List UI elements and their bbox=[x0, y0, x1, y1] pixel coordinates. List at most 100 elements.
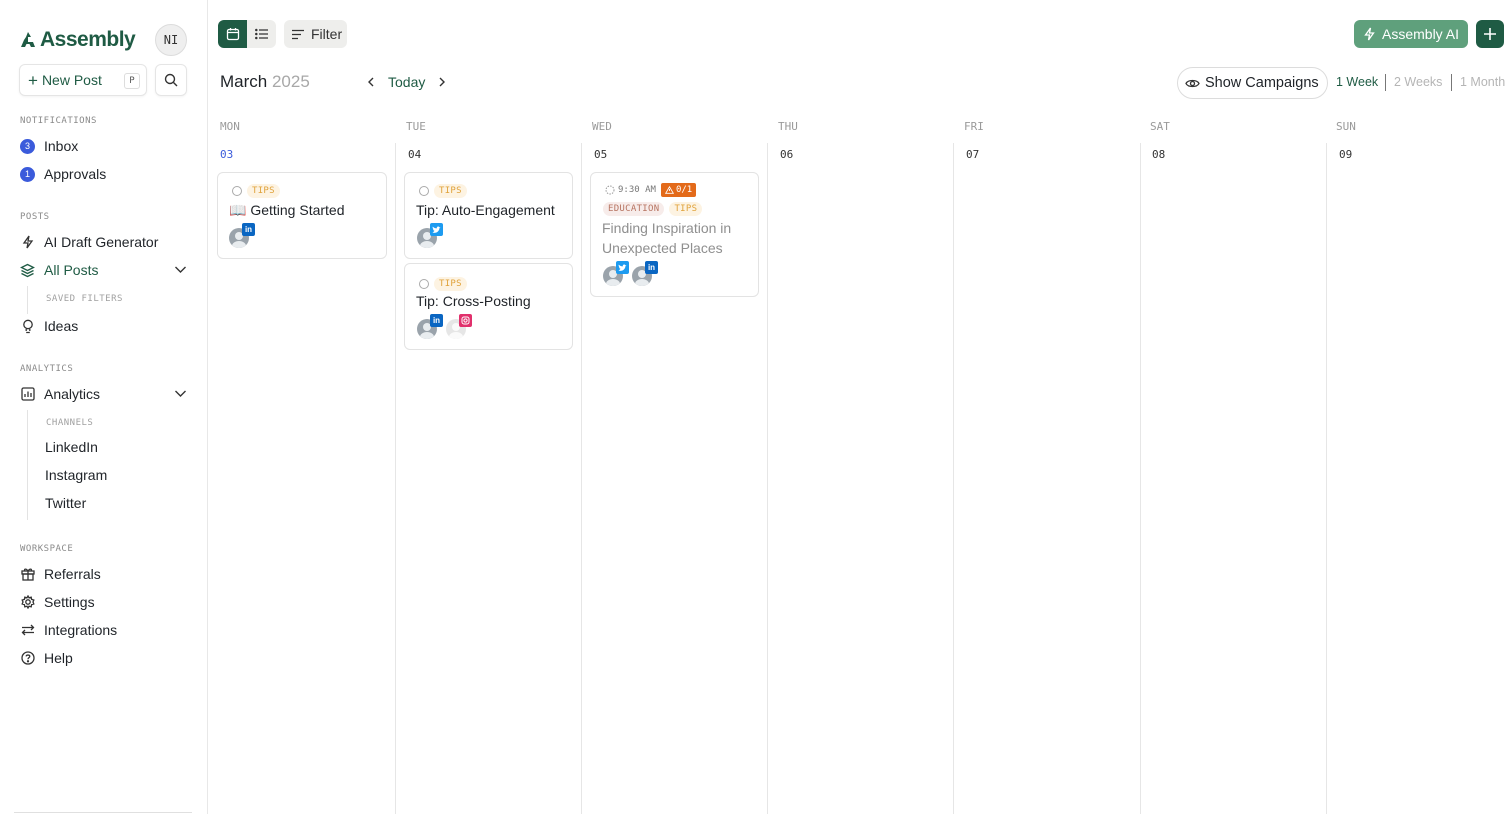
chevron-down-icon[interactable] bbox=[174, 388, 187, 398]
post-title: Tip: Cross-Posting bbox=[416, 293, 531, 309]
month-year: 2025 bbox=[271, 72, 310, 91]
column-divider bbox=[1326, 143, 1327, 814]
status-circle-icon[interactable] bbox=[419, 279, 429, 289]
dashed-clock-icon bbox=[605, 185, 615, 195]
plus-icon bbox=[1484, 28, 1496, 40]
lightbulb-icon bbox=[20, 319, 35, 334]
sidebar-item-referrals[interactable]: Referrals bbox=[20, 564, 101, 584]
add-button[interactable] bbox=[1476, 20, 1504, 48]
notifications-section-label: NOTIFICATIONS bbox=[20, 116, 97, 126]
post-title: Finding Inspiration in Unexpected Places bbox=[602, 220, 732, 256]
post-card-getting-started[interactable]: TIPS 📖 Getting Started in bbox=[217, 172, 387, 259]
day-of-week-sat: SAT bbox=[1150, 120, 1170, 133]
inbox-label: Inbox bbox=[44, 138, 79, 154]
sidebar-item-integrations[interactable]: Integrations bbox=[20, 620, 117, 640]
sidebar-item-all-posts[interactable]: All Posts bbox=[20, 260, 98, 280]
post-card-finding-inspiration[interactable]: 9:30 AM 0/1 EDUCATION TIPS Finding Inspi… bbox=[590, 172, 759, 297]
channel-twitter[interactable]: Twitter bbox=[45, 495, 86, 511]
range-separator bbox=[1385, 74, 1386, 91]
day-of-week-fri: FRI bbox=[964, 120, 984, 133]
range-1-month[interactable]: 1 Month bbox=[1460, 75, 1505, 89]
approvals-label: Approvals bbox=[44, 166, 107, 182]
assembly-ai-button[interactable]: Assembly AI bbox=[1354, 20, 1468, 48]
user-avatar[interactable]: NI bbox=[155, 24, 187, 56]
chevron-right-icon[interactable] bbox=[437, 76, 447, 88]
gift-icon bbox=[20, 567, 35, 582]
saved-filters-label: SAVED FILTERS bbox=[46, 294, 123, 304]
post-card-auto-engagement[interactable]: TIPS Tip: Auto-Engagement bbox=[404, 172, 573, 259]
today-button[interactable]: Today bbox=[388, 74, 425, 90]
chevron-left-icon[interactable] bbox=[366, 76, 376, 88]
referrals-label: Referrals bbox=[44, 566, 101, 582]
post-title: Tip: Auto-Engagement bbox=[416, 202, 555, 218]
brand-name: Assembly bbox=[40, 28, 136, 51]
day-of-week-wed: WED bbox=[592, 120, 612, 133]
sidebar-item-settings[interactable]: Settings bbox=[20, 592, 95, 612]
search-button[interactable] bbox=[155, 64, 187, 96]
sidebar-item-inbox[interactable]: 3 Inbox bbox=[20, 136, 78, 156]
approvals-count-badge: 1 bbox=[20, 166, 35, 182]
warning-badge[interactable]: 0/1 bbox=[660, 183, 697, 197]
column-divider bbox=[395, 143, 396, 814]
show-campaigns-label: Show Campaigns bbox=[1205, 75, 1319, 91]
post-card-cross-posting[interactable]: TIPS Tip: Cross-Posting in bbox=[404, 263, 573, 350]
analytics-section-label: ANALYTICS bbox=[20, 364, 74, 374]
search-icon bbox=[164, 73, 178, 87]
chart-icon bbox=[20, 387, 35, 402]
list-view-button[interactable] bbox=[247, 20, 276, 48]
chevron-down-icon[interactable] bbox=[174, 264, 187, 274]
day-number: 07 bbox=[966, 148, 980, 161]
layers-icon bbox=[20, 263, 35, 278]
new-post-button[interactable]: + New Post P bbox=[19, 64, 147, 96]
arrows-exchange-icon bbox=[20, 623, 35, 638]
instagram-icon bbox=[459, 314, 472, 327]
day-number: 05 bbox=[594, 148, 608, 161]
shortcut-key: P bbox=[124, 73, 140, 89]
column-divider bbox=[767, 143, 768, 814]
show-campaigns-button[interactable]: Show Campaigns bbox=[1177, 67, 1328, 99]
month-name: March bbox=[220, 72, 268, 91]
plus-icon: + bbox=[28, 70, 38, 90]
calendar-view-button[interactable] bbox=[218, 20, 247, 48]
day-number: 08 bbox=[1152, 148, 1166, 161]
sidebar-item-analytics[interactable]: Analytics bbox=[20, 384, 100, 404]
settings-label: Settings bbox=[44, 594, 95, 610]
filter-label: Filter bbox=[311, 26, 343, 42]
linkedin-icon: in bbox=[645, 261, 658, 274]
status-circle-icon[interactable] bbox=[419, 186, 429, 196]
workspace-section-label: WORKSPACE bbox=[20, 544, 74, 554]
sidebar-item-help[interactable]: Help bbox=[20, 648, 73, 668]
month-title: March 2025 bbox=[220, 72, 310, 92]
view-toggle bbox=[218, 20, 276, 48]
tree-line bbox=[27, 410, 28, 520]
sidebar-item-ai-draft[interactable]: AI Draft Generator bbox=[20, 232, 158, 252]
eye-icon bbox=[1185, 79, 1200, 87]
book-icon: 📖 bbox=[229, 202, 247, 218]
range-1-week[interactable]: 1 Week bbox=[1336, 75, 1378, 89]
filter-button[interactable]: Filter bbox=[284, 20, 347, 48]
tag-tips: TIPS bbox=[434, 184, 467, 198]
brand-logo[interactable]: Assembly bbox=[20, 28, 136, 52]
analytics-label: Analytics bbox=[44, 386, 101, 402]
ai-draft-label: AI Draft Generator bbox=[44, 234, 159, 250]
all-posts-label: All Posts bbox=[44, 262, 99, 278]
inbox-count-badge: 3 bbox=[20, 138, 35, 154]
filter-lines-icon bbox=[292, 29, 304, 39]
channel-instagram[interactable]: Instagram bbox=[45, 467, 107, 483]
column-divider bbox=[581, 143, 582, 814]
status-circle-icon[interactable] bbox=[232, 186, 242, 196]
column-divider bbox=[953, 143, 954, 814]
day-number: 06 bbox=[780, 148, 794, 161]
column-divider bbox=[1140, 143, 1141, 814]
range-2-weeks[interactable]: 2 Weeks bbox=[1394, 75, 1442, 89]
sidebar-item-ideas[interactable]: Ideas bbox=[20, 316, 78, 336]
channel-linkedin[interactable]: LinkedIn bbox=[45, 439, 98, 455]
day-number: 09 bbox=[1339, 148, 1353, 161]
assembly-ai-label: Assembly AI bbox=[1382, 26, 1460, 42]
channels-label: CHANNELS bbox=[46, 418, 94, 428]
tag-tips: TIPS bbox=[669, 202, 703, 216]
sidebar-item-approvals[interactable]: 1 Approvals bbox=[20, 164, 106, 184]
posts-section-label: POSTS bbox=[20, 212, 50, 222]
gear-icon bbox=[20, 595, 35, 610]
linkedin-icon: in bbox=[430, 314, 443, 327]
